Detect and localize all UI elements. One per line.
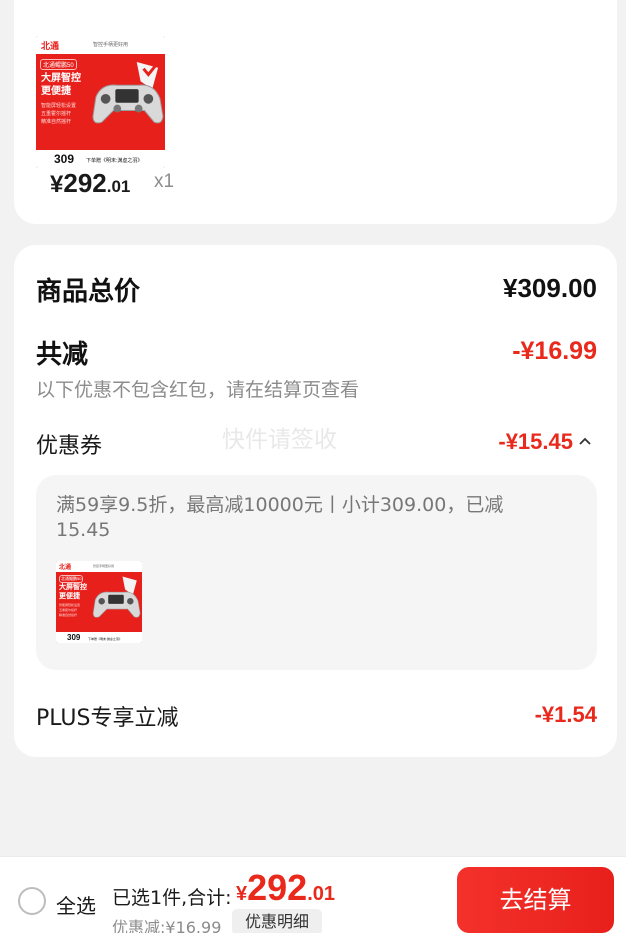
discount-summary: 优惠减:¥16.99: [112, 918, 222, 933]
discount-detail-button[interactable]: 优惠明细: [232, 909, 322, 933]
total-price-value: ¥309.00: [503, 273, 597, 303]
coupon-description: 满59享9.5折，最高减10000元丨小计309.00，已减15.45: [56, 494, 504, 541]
plus-discount-label: PLUS专享立减: [36, 706, 179, 731]
select-all-label[interactable]: 全选: [56, 890, 96, 919]
product-card: 北通 智控手柄更好用 北通鲲鹏50 大屏智控 更便捷 智能屏轻松设置 五重霍尔摇…: [14, 0, 617, 224]
total-reduction-label: 共减: [36, 340, 89, 370]
thumbnail-headline: 大屏智控 更便捷: [41, 73, 81, 97]
thumbnail-subtitle: 智控手柄更好用: [93, 42, 129, 48]
gamepad-illustration: [92, 576, 141, 618]
thumbnail-tag: 北通鲲鹏50: [40, 59, 77, 70]
coupon-detail-box: 满59享9.5折，最高减10000元丨小计309.00，已减15.45 北通 智…: [36, 475, 597, 670]
thumbnail-price: 309: [54, 152, 75, 166]
coupon-label[interactable]: 优惠券: [36, 428, 102, 460]
thumbnail-brand: 北通: [41, 41, 60, 51]
coupon-product-thumbnail[interactable]: 北通 智控手柄更好用 北通鲲鹏50 大屏智控 更便捷 智能屏轻松设置 五重霍尔摇…: [56, 561, 142, 643]
gamepad-illustration: [92, 61, 164, 124]
watermark: 快件请签收: [222, 427, 337, 453]
radio-unchecked-icon[interactable]: [18, 887, 46, 915]
checkout-button[interactable]: 去结算: [457, 867, 614, 933]
price-summary-card: 商品总价 ¥309.00 共减 -¥16.99 以下优惠不包含红包，请在结算页查…: [14, 245, 617, 757]
total-price-label: 商品总价: [36, 277, 141, 307]
product-price: ¥292.01: [50, 168, 131, 198]
selected-summary: 已选1件,合计:: [112, 887, 232, 909]
thumbnail-bottom-note: 下单赠《明末:渊虚之羽》: [86, 158, 143, 164]
reduction-note: 以下优惠不包含红包，请在结算页查看: [36, 379, 360, 401]
total-reduction-value: -¥16.99: [512, 337, 597, 365]
product-quantity: x1: [154, 171, 175, 192]
product-thumbnail[interactable]: 北通 智控手柄更好用 北通鲲鹏50 大屏智控 更便捷 智能屏轻松设置 五重霍尔摇…: [36, 36, 165, 168]
chevron-up-icon[interactable]: [577, 433, 593, 449]
thumbnail-features: 智能屏轻松设置 五重霍尔摇杆 精准自然摇杆: [41, 103, 77, 125]
sum-price: ¥292.01: [236, 867, 336, 908]
coupon-value[interactable]: -¥15.45: [498, 429, 573, 455]
checkout-bar: 全选 已选1件,合计: ¥292.01 优惠减:¥16.99 优惠明细 去结算: [0, 856, 626, 933]
plus-discount-value: -¥1.54: [534, 702, 597, 727]
